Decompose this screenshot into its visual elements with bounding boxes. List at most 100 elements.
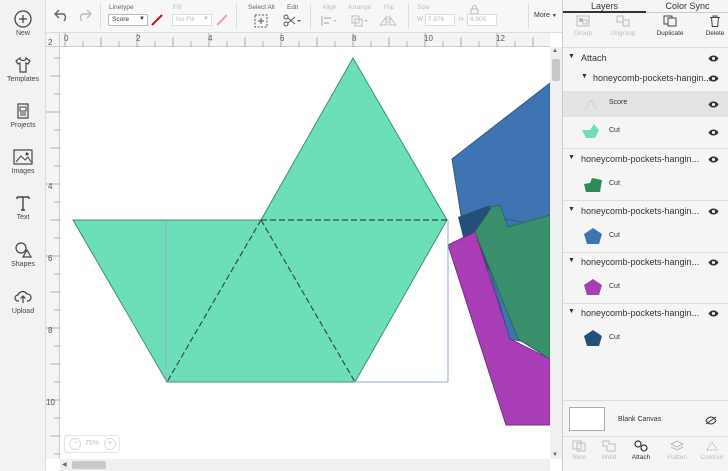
top-ruler: 0 2 4 6 8 10 12 bbox=[60, 33, 550, 47]
vertical-scrollbar[interactable]: ▲ ▼ bbox=[550, 47, 562, 459]
eye-icon[interactable] bbox=[708, 156, 719, 163]
sidebar-item-templates[interactable]: Templates bbox=[0, 56, 46, 83]
left-ruler: 2 4 6 8 10 bbox=[46, 38, 60, 459]
fill-select[interactable]: No Fill ▼ bbox=[172, 14, 212, 26]
align-label: Align bbox=[322, 4, 337, 11]
ruler-label: 12 bbox=[496, 34, 505, 43]
sidebar-item-upload[interactable]: Upload bbox=[0, 288, 46, 315]
flatten-label: Flatten bbox=[667, 454, 687, 461]
blank-canvas-swatch[interactable] bbox=[569, 407, 605, 431]
chevron-down-icon: ▼ bbox=[203, 16, 209, 22]
attach-button[interactable]: Attach bbox=[625, 440, 657, 461]
linetype-label: Linetype bbox=[109, 4, 134, 11]
width-input[interactable]: 7.876 bbox=[425, 14, 455, 26]
flip-icon[interactable] bbox=[379, 15, 399, 27]
projects-icon bbox=[17, 103, 29, 119]
layer-cut-row[interactable]: Cut bbox=[563, 224, 728, 250]
slice-button[interactable]: Slice bbox=[563, 440, 595, 461]
layer-attach-row[interactable]: ▼ Attach bbox=[563, 50, 728, 67]
contour-button[interactable]: Contour bbox=[696, 440, 728, 461]
scroll-up-icon[interactable]: ▲ bbox=[552, 48, 558, 54]
duplicate-button[interactable]: Duplicate bbox=[650, 15, 690, 37]
layer-cut-row[interactable]: Cut bbox=[563, 275, 728, 301]
panel-divider bbox=[563, 148, 728, 149]
tab-layers[interactable]: Layers bbox=[563, 0, 646, 13]
panel-divider bbox=[563, 47, 728, 48]
eye-icon[interactable] bbox=[708, 129, 719, 136]
weld-button[interactable]: Weld bbox=[593, 440, 625, 461]
layer-item-row[interactable]: ▼ honeycomb-pockets-hangin... bbox=[563, 305, 728, 322]
sidebar-item-text[interactable]: Text bbox=[0, 194, 46, 221]
delete-label: Delete bbox=[705, 30, 725, 37]
canvas-drawing bbox=[72, 56, 550, 426]
arrange-icon[interactable] bbox=[351, 15, 369, 27]
layer-score-row[interactable]: Score bbox=[563, 91, 728, 117]
attach-label: Attach bbox=[581, 53, 607, 63]
sidebar-item-shapes[interactable]: Shapes bbox=[0, 241, 46, 268]
eye-hidden-icon[interactable] bbox=[705, 416, 717, 425]
ruler-label: 0 bbox=[64, 34, 69, 43]
fill-color-swatch[interactable] bbox=[216, 14, 228, 26]
flatten-button[interactable]: Flatten bbox=[661, 440, 693, 461]
sidebar-item-new[interactable]: New bbox=[0, 10, 46, 37]
delete-button[interactable]: Delete bbox=[695, 15, 728, 37]
text-icon bbox=[16, 196, 30, 211]
design-canvas[interactable] bbox=[60, 47, 550, 459]
layer-item-row[interactable]: ▼ honeycomb-pockets-hangin... bbox=[563, 254, 728, 271]
height-input[interactable]: 6.905 bbox=[467, 14, 497, 26]
scroll-left-icon[interactable]: ◀ bbox=[62, 461, 67, 468]
ruler-label: 8 bbox=[48, 326, 53, 335]
ungroup-button[interactable]: Ungroup bbox=[603, 15, 643, 37]
eye-icon[interactable] bbox=[708, 259, 719, 266]
collapse-arrow-icon[interactable]: ▼ bbox=[568, 206, 575, 213]
align-icon[interactable] bbox=[321, 15, 337, 27]
layer-cut-row[interactable]: Cut bbox=[563, 326, 728, 352]
layer-item-row[interactable]: ▼ honeycomb-pockets-hangin... bbox=[563, 203, 728, 220]
layer-cut-row[interactable]: Cut bbox=[563, 172, 728, 198]
undo-icon[interactable] bbox=[54, 8, 70, 22]
horizontal-scrollbar[interactable]: ◀ bbox=[60, 459, 550, 471]
collapse-arrow-icon[interactable]: ▼ bbox=[581, 73, 588, 80]
group-button[interactable]: Group bbox=[563, 15, 603, 37]
eye-icon[interactable] bbox=[708, 101, 719, 108]
zoom-in-button[interactable]: + bbox=[104, 438, 116, 450]
eye-icon[interactable] bbox=[708, 310, 719, 317]
sidebar-item-projects[interactable]: Projects bbox=[0, 102, 46, 129]
redo-icon[interactable] bbox=[76, 8, 92, 22]
zoom-out-button[interactable]: − bbox=[69, 438, 81, 450]
ruler-label: 6 bbox=[280, 34, 285, 43]
scroll-down-icon[interactable]: ▼ bbox=[552, 452, 558, 458]
layer-cut-row[interactable]: Cut bbox=[563, 119, 728, 145]
plus-circle-icon bbox=[14, 10, 32, 28]
layer-sub-label: Cut bbox=[609, 283, 620, 290]
layer-item-row[interactable]: ▼ honeycomb-pockets-hangin... bbox=[563, 151, 728, 168]
scroll-thumb[interactable] bbox=[552, 59, 560, 81]
scissors-icon[interactable] bbox=[283, 14, 301, 27]
collapse-arrow-icon[interactable]: ▼ bbox=[568, 257, 575, 264]
layer-name: honeycomb-pockets-hangin... bbox=[581, 257, 700, 267]
select-all-icon[interactable] bbox=[254, 14, 268, 28]
collapse-arrow-icon[interactable]: ▼ bbox=[568, 154, 575, 161]
scroll-thumb[interactable] bbox=[72, 461, 106, 469]
tab-color-sync[interactable]: Color Sync bbox=[646, 0, 728, 13]
sidebar-item-images[interactable]: Images bbox=[0, 148, 46, 175]
size-label: Size bbox=[417, 4, 430, 11]
panel-divider bbox=[563, 200, 728, 201]
group-icon bbox=[576, 15, 590, 27]
contour-icon bbox=[706, 441, 718, 451]
shirt-icon bbox=[15, 56, 31, 73]
collapse-arrow-icon[interactable]: ▼ bbox=[568, 53, 575, 60]
layer-name: honeycomb-pockets-hangin... bbox=[581, 206, 700, 216]
eye-icon[interactable] bbox=[708, 208, 719, 215]
ruler-label: 6 bbox=[48, 254, 53, 263]
more-menu[interactable]: More ▼ bbox=[534, 12, 557, 19]
eye-icon[interactable] bbox=[708, 75, 719, 82]
group-label: Group bbox=[573, 30, 593, 37]
eye-icon[interactable] bbox=[708, 55, 719, 62]
ruler-label: 8 bbox=[352, 34, 357, 43]
score-color-swatch[interactable] bbox=[151, 14, 163, 26]
collapse-arrow-icon[interactable]: ▼ bbox=[568, 308, 575, 315]
height-label: H bbox=[459, 16, 464, 23]
layer-group-row[interactable]: ▼ honeycomb-pockets-hangin... bbox=[563, 70, 728, 87]
linetype-select[interactable]: Score ▼ bbox=[108, 14, 148, 26]
